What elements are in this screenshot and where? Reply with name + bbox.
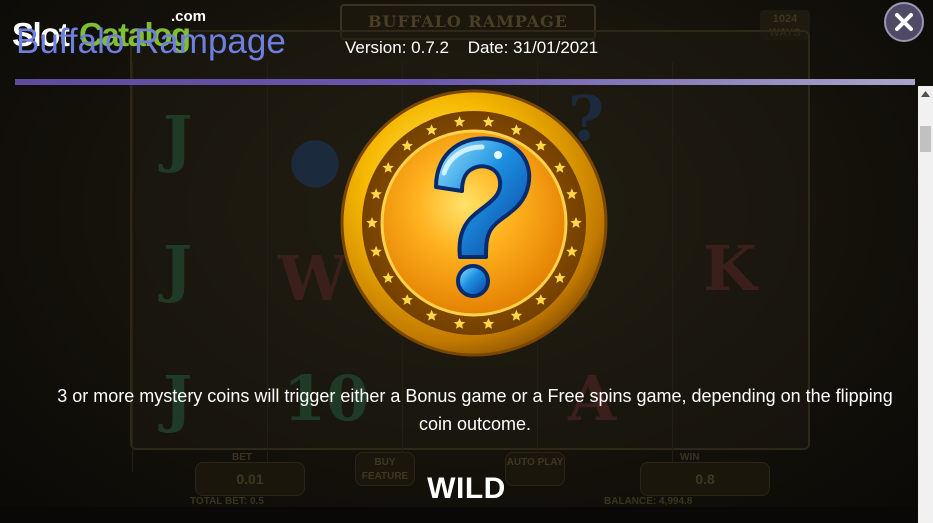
version-info: Version: 0.7.2 Date: 31/01/2021 [345,38,612,58]
scroll-up-arrow[interactable] [918,86,933,102]
feature-description: 3 or more mystery coins will trigger eit… [57,386,893,434]
mystery-coin-icon [340,89,608,357]
scrollbar[interactable] [918,86,933,523]
header-divider [15,79,915,85]
close-button[interactable] [884,2,924,42]
close-icon [895,13,913,31]
scroll-thumb[interactable] [920,126,931,152]
date-text: Date: 31/01/2021 [467,38,599,57]
game-title: Buffalo Rampage [16,22,286,61]
bottom-status-bar [0,507,933,523]
chevron-up-icon [921,91,930,97]
version-text: Version: 0.7.2 [345,38,449,57]
section-title-wild: WILD [427,472,506,505]
